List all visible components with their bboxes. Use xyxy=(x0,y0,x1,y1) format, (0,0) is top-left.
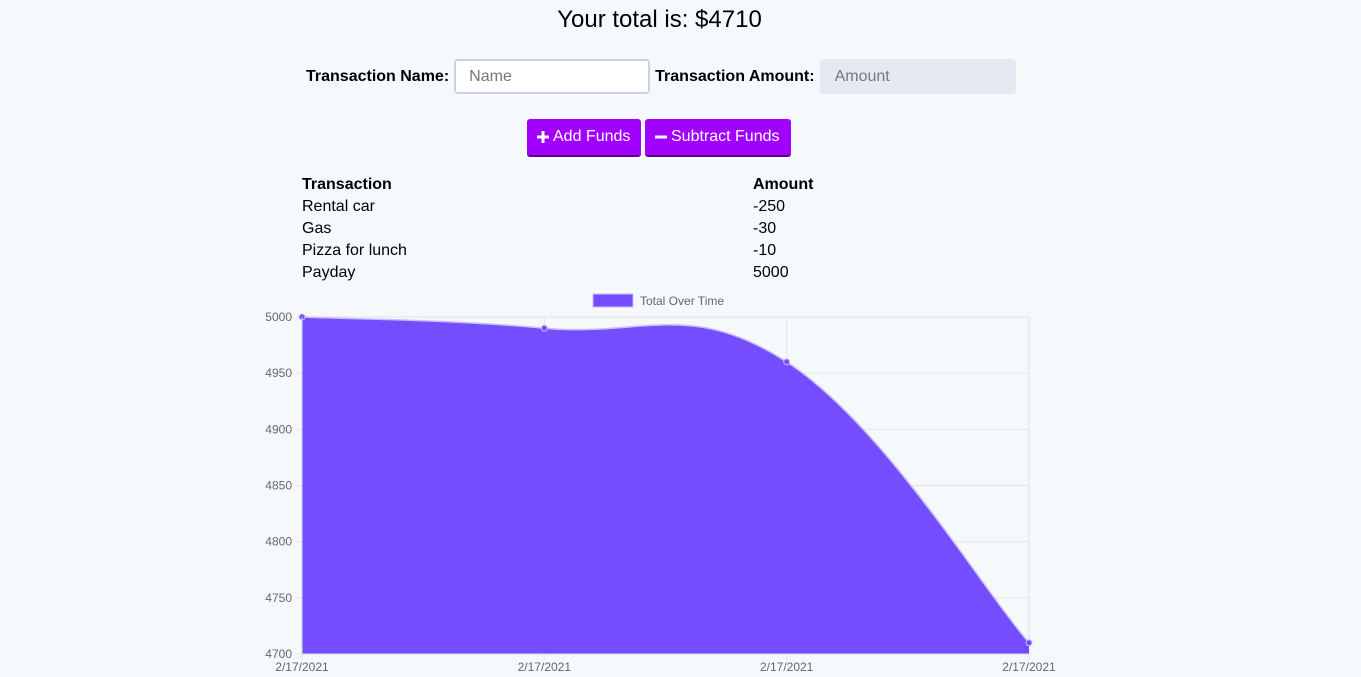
legend-swatch xyxy=(592,293,634,308)
x-tick-label: 2/17/2021 xyxy=(518,660,572,672)
data-point xyxy=(783,358,791,366)
data-point xyxy=(1025,639,1033,647)
y-tick-label: 4850 xyxy=(265,479,292,493)
data-point xyxy=(540,324,548,332)
x-tick-label: 2/17/2021 xyxy=(760,660,814,672)
y-tick-label: 4750 xyxy=(265,591,292,605)
y-tick-label: 4900 xyxy=(265,422,292,436)
y-tick-label: 4800 xyxy=(265,535,292,549)
legend-label: Total Over Time xyxy=(640,294,724,308)
total-over-time-chart: 4700 4750 4800 4850 4900 4950 5000 2/17/2021 2/1… xyxy=(265,293,1056,674)
y-tick-label: 4700 xyxy=(265,647,292,661)
y-tick-label: 5000 xyxy=(265,310,292,324)
x-tick-label: 2/17/2021 xyxy=(1002,660,1056,672)
chart-container: 4700 4750 4800 4850 4900 4950 5000 2/17/2021 2/1… xyxy=(0,0,1361,674)
y-tick-label: 4950 xyxy=(265,366,292,380)
x-tick-label: 2/17/2021 xyxy=(275,660,329,672)
